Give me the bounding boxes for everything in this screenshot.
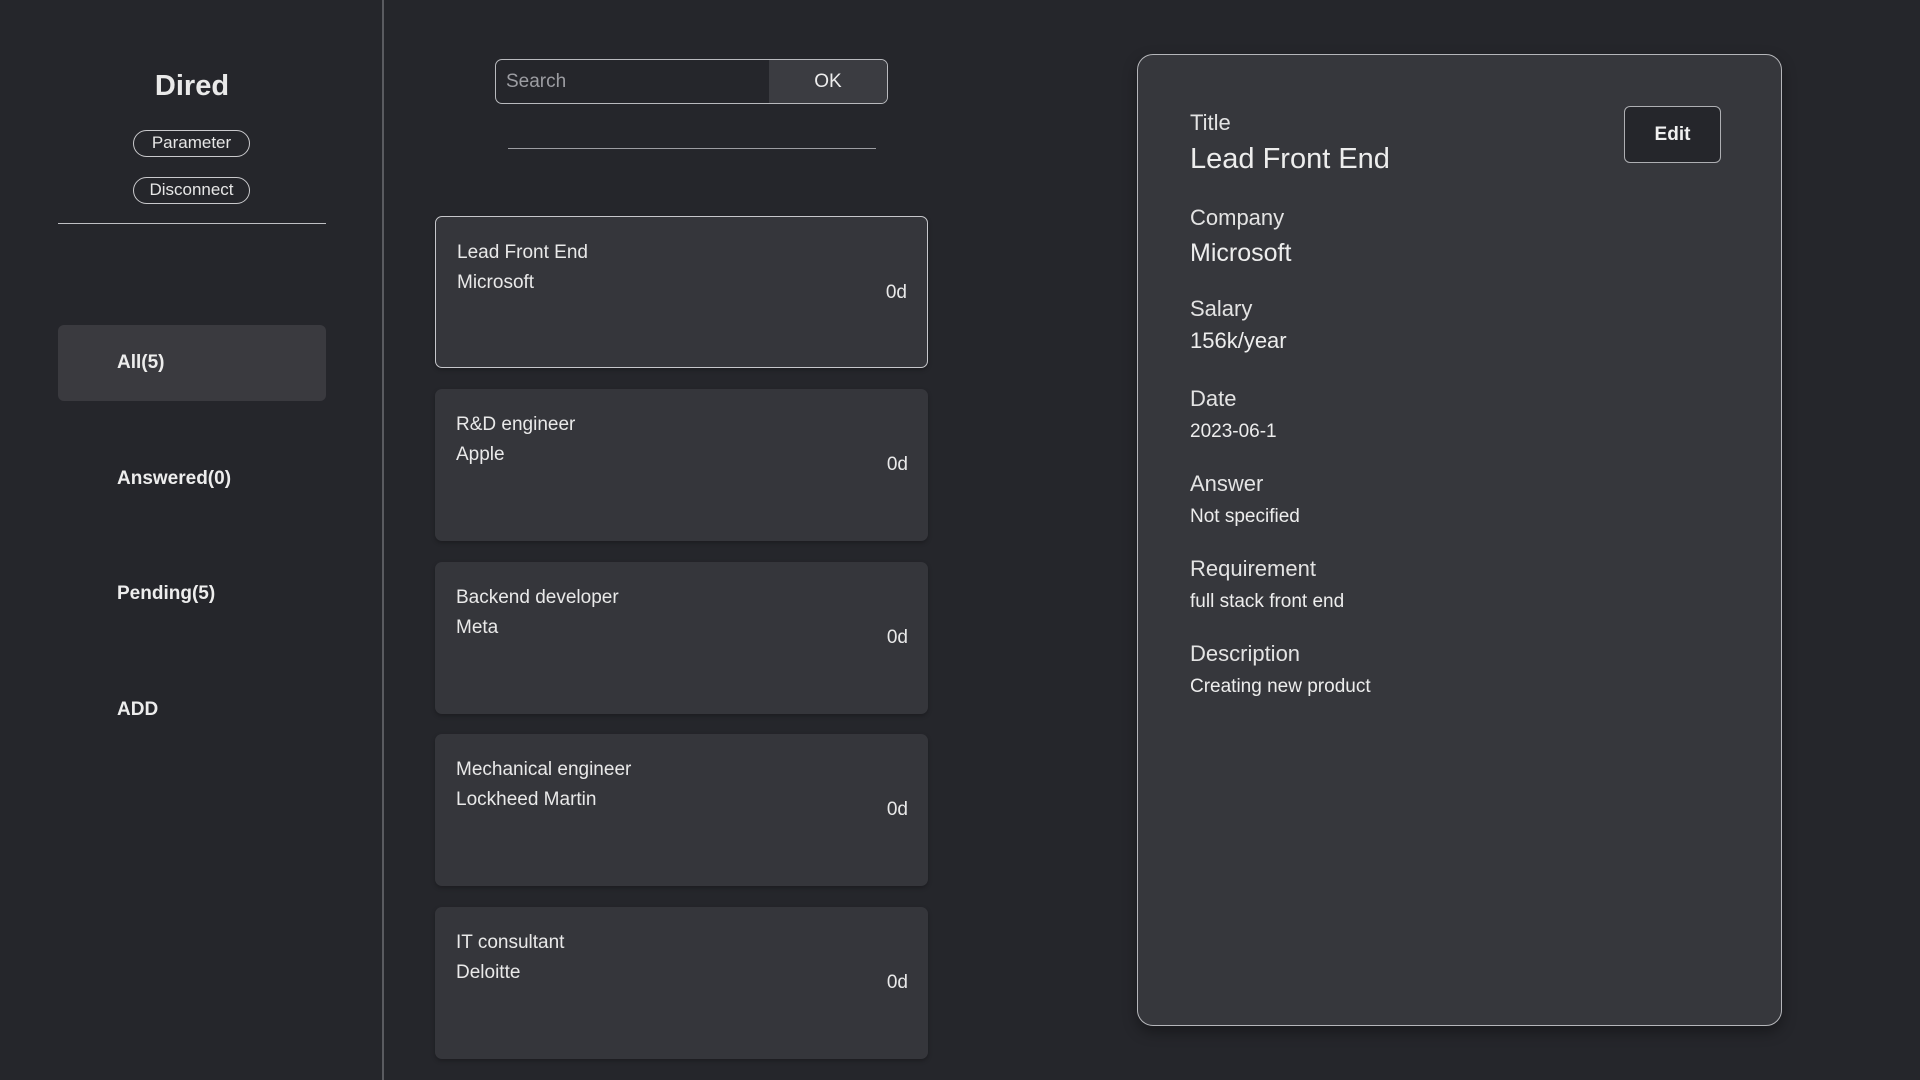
nav-item-label: Answered(0): [117, 468, 232, 489]
job-title: Lead Front End: [457, 242, 588, 263]
job-age: 0d: [886, 799, 908, 820]
search-ok-button[interactable]: OK: [769, 60, 887, 103]
description-value: Creating new product: [1190, 676, 1371, 697]
job-title: R&D engineer: [456, 414, 576, 435]
title-value: Lead Front End: [1190, 143, 1390, 175]
job-card[interactable]: Lead Front End Microsoft 0d: [435, 216, 928, 368]
job-title: Backend developer: [456, 587, 619, 608]
sidebar: Dired Parameter Disconnect All(5) Answer…: [0, 0, 384, 1080]
nav-item-pending[interactable]: Pending(5): [58, 556, 326, 632]
job-company: Lockheed Martin: [456, 789, 597, 810]
nav-item-label: Pending(5): [117, 583, 216, 604]
nav-item-label: ADD: [117, 699, 159, 720]
job-age: 0d: [886, 454, 908, 475]
salary-value: 156k/year: [1190, 328, 1287, 353]
company-label: Company: [1190, 205, 1285, 230]
title-label: Title: [1190, 110, 1231, 135]
job-card[interactable]: IT consultant Deloitte 0d: [435, 907, 928, 1059]
job-company: Microsoft: [457, 272, 535, 293]
job-age: 0d: [886, 972, 908, 993]
job-title: IT consultant: [456, 932, 565, 953]
job-age: 0d: [886, 627, 908, 648]
job-age: 0d: [885, 282, 907, 303]
date-label: Date: [1190, 386, 1237, 411]
job-detail-panel: Edit Title Lead Front End Company Micros…: [1137, 54, 1782, 1026]
job-company: Apple: [456, 444, 505, 465]
nav-item-add[interactable]: ADD: [58, 672, 326, 748]
list-divider: [508, 148, 876, 149]
requirement-label: Requirement: [1190, 556, 1316, 581]
nav-item-all[interactable]: All(5): [58, 325, 326, 401]
date-value: 2023-06-1: [1190, 421, 1277, 442]
app-brand: Dired: [154, 70, 230, 102]
answer-value: Not specified: [1190, 506, 1300, 527]
nav-item-answered[interactable]: Answered(0): [58, 441, 326, 517]
parameter-button[interactable]: Parameter: [133, 130, 250, 157]
salary-label: Salary: [1190, 296, 1253, 321]
edit-button[interactable]: Edit: [1624, 106, 1721, 163]
job-card[interactable]: Backend developer Meta 0d: [435, 562, 928, 714]
company-value: Microsoft: [1190, 239, 1292, 267]
disconnect-button[interactable]: Disconnect: [133, 177, 250, 204]
job-company: Deloitte: [456, 962, 521, 983]
job-title: Mechanical engineer: [456, 759, 632, 780]
job-company: Meta: [456, 617, 499, 638]
sidebar-divider: [58, 223, 326, 224]
search-input[interactable]: [496, 60, 769, 103]
answer-label: Answer: [1190, 471, 1264, 496]
job-card[interactable]: Mechanical engineer Lockheed Martin 0d: [435, 734, 928, 886]
requirement-value: full stack front end: [1190, 591, 1345, 612]
nav-item-label: All(5): [117, 352, 165, 373]
search-bar: OK: [495, 59, 888, 104]
job-card[interactable]: R&D engineer Apple 0d: [435, 389, 928, 541]
description-label: Description: [1190, 641, 1301, 666]
